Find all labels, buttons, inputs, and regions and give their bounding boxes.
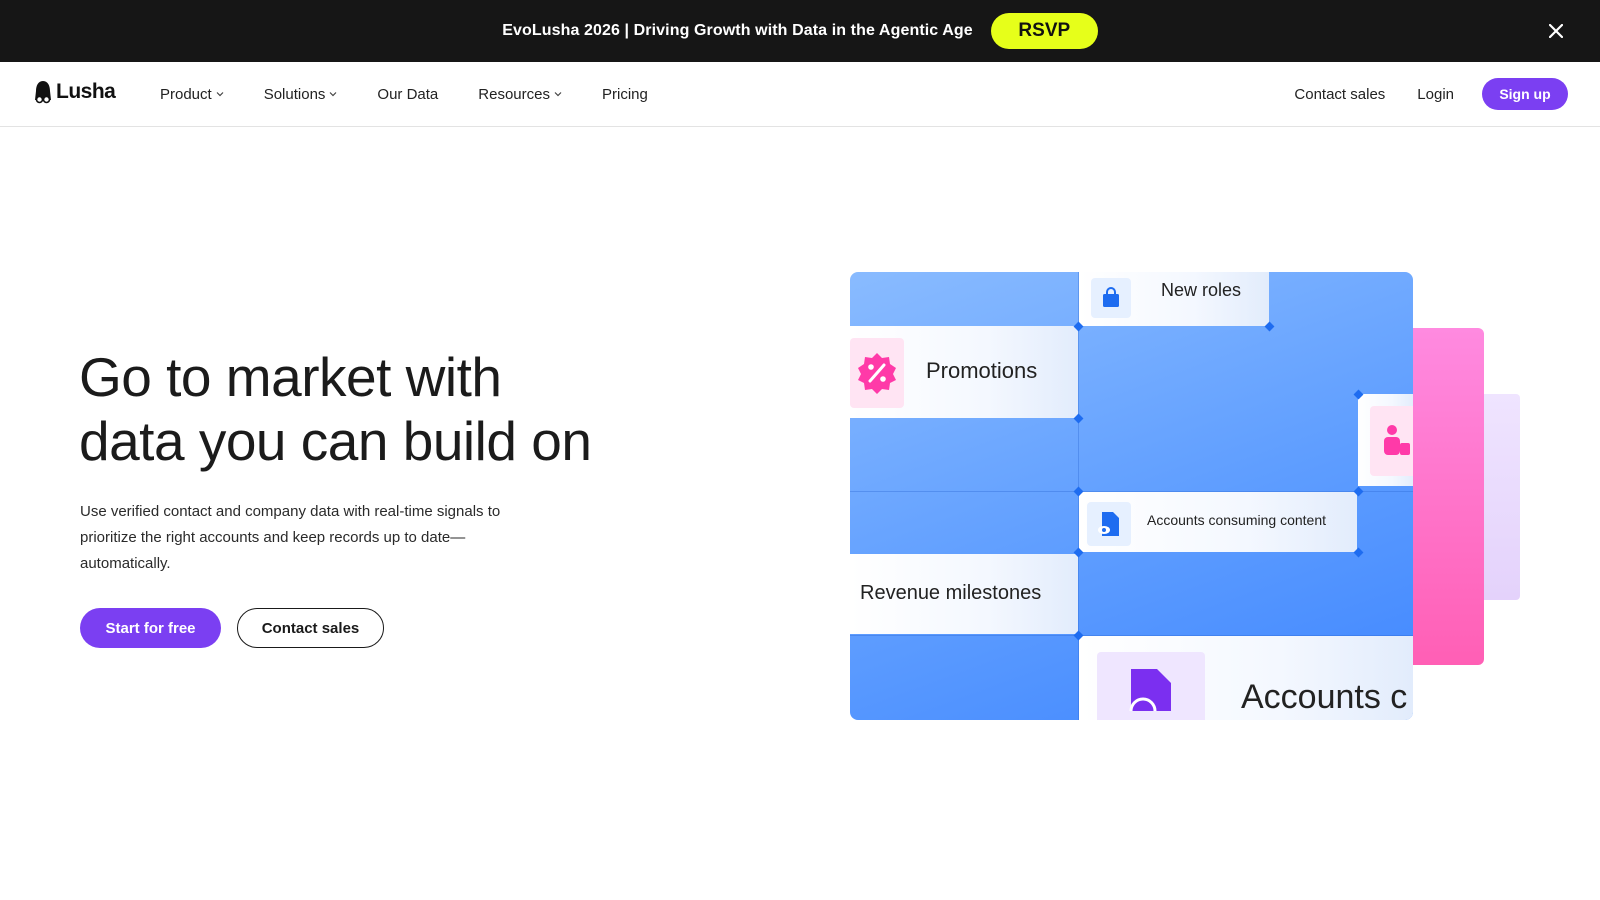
nav-item-label: Product xyxy=(160,85,212,103)
nav-item-our-data[interactable]: Our Data xyxy=(377,86,438,103)
chevron-down-icon xyxy=(554,91,562,97)
connector-dot xyxy=(1073,413,1084,424)
document-eye-icon xyxy=(1087,502,1131,546)
login-link[interactable]: Login xyxy=(1417,86,1454,103)
shopping-bag-icon xyxy=(1091,278,1131,318)
cell-promotions: Promotions xyxy=(850,326,1078,418)
nav-actions: Contact sales Login Sign up xyxy=(1262,62,1568,126)
start-for-free-button[interactable]: Start for free xyxy=(80,608,221,648)
nav-item-label: Resources xyxy=(478,85,550,103)
logo[interactable]: Lusha xyxy=(33,80,116,104)
cell-new-roles: New roles xyxy=(1079,272,1269,326)
hero-title-line2: data you can build on xyxy=(79,410,592,472)
announcement-bar: EvoLusha 2026 | Driving Growth with Data… xyxy=(0,0,1600,62)
accounts-consuming-content-label: Accounts consuming content xyxy=(1147,512,1326,528)
cell-revenue-milestones: Revenue milestones xyxy=(850,554,1078,634)
chevron-down-icon xyxy=(329,91,337,97)
nav-item-pricing[interactable]: Pricing xyxy=(602,86,648,103)
contact-sales-link[interactable]: Contact sales xyxy=(1294,86,1385,103)
hero-cta-row: Start for free Contact sales xyxy=(80,608,384,648)
discount-badge-icon xyxy=(850,338,904,408)
nav-item-solutions[interactable]: Solutions xyxy=(264,86,338,103)
cell-accounts-consuming-content: Accounts consuming content xyxy=(1079,492,1357,552)
nav-links: Product Solutions Our Data Resources Pri… xyxy=(160,62,688,126)
signup-button[interactable]: Sign up xyxy=(1482,78,1568,110)
cell-person xyxy=(1358,394,1413,486)
nav-item-resources[interactable]: Resources xyxy=(478,86,562,103)
chevron-down-icon xyxy=(216,91,224,97)
announcement-text: EvoLusha 2026 | Driving Growth with Data… xyxy=(502,22,973,39)
nav-item-label: Pricing xyxy=(601,85,648,103)
person-icon xyxy=(1370,406,1413,476)
document-icon xyxy=(1097,652,1205,720)
signals-grid: New roles Promotions Accounts consuming … xyxy=(850,272,1413,720)
accounts-partial-label: Accounts c xyxy=(1241,678,1408,716)
nav-item-label: Our Data xyxy=(377,85,439,103)
contact-sales-button[interactable]: Contact sales xyxy=(237,608,384,648)
hero-illustration: New roles Promotions Accounts consuming … xyxy=(850,272,1530,722)
hero-title-line1: Go to market with xyxy=(79,346,502,408)
nav-item-label: Solutions xyxy=(263,85,326,103)
hero-subtitle: Use verified contact and company data wi… xyxy=(80,503,501,572)
nav-item-product[interactable]: Product xyxy=(160,86,224,103)
connector-dot xyxy=(1353,547,1364,558)
promotions-label: Promotions xyxy=(926,358,1038,383)
revenue-milestones-label: Revenue milestones xyxy=(860,582,1042,604)
connector-dot xyxy=(1264,321,1275,332)
lusha-logo-icon xyxy=(35,81,51,104)
new-roles-label: New roles xyxy=(1161,280,1242,300)
hero-title: Go to market with data you can build on xyxy=(79,345,699,473)
main-nav: Lusha Product Solutions Our Data Resourc… xyxy=(0,62,1600,127)
logo-text: Lusha xyxy=(56,80,116,103)
rsvp-button[interactable]: RSVP xyxy=(990,13,1098,49)
close-icon[interactable] xyxy=(1544,19,1568,43)
cell-accounts-partial: Accounts c xyxy=(1079,636,1413,720)
